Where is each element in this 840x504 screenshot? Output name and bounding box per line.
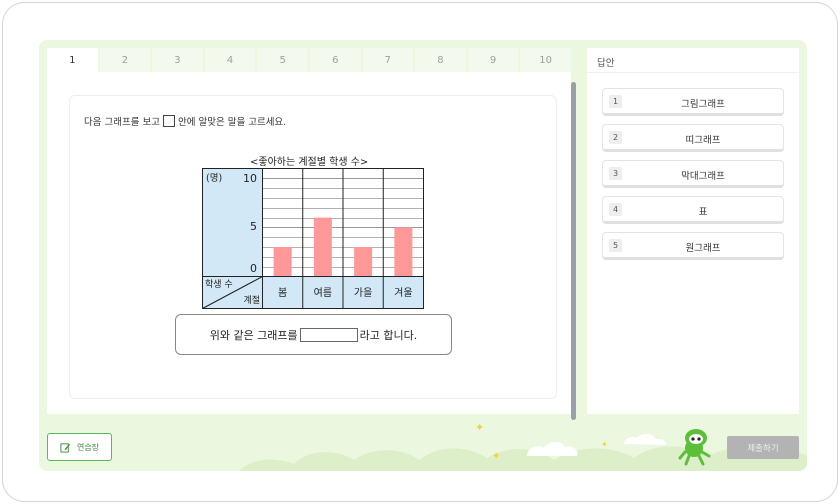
option-number: 2	[609, 131, 622, 144]
answer-panel-title: 답안	[597, 58, 615, 69]
sparkle-icon: ✦	[601, 440, 608, 449]
memo-pad-button[interactable]: 연습장	[47, 433, 112, 461]
answer-option-2[interactable]: 2 띠그래프	[602, 124, 784, 152]
option-label: 막대그래프	[681, 171, 725, 182]
question-prompt: 다음 그래프를 보고 안에 알맞은 말을 고르세요.	[84, 114, 286, 128]
option-label: 원그래프	[685, 243, 721, 254]
tab-question-4[interactable]: 4	[204, 48, 256, 72]
quiz-stage: 1 2 3 4 5 6 7 8 9 10 다음 그래프를 보고 안에 알맞은 말…	[39, 40, 807, 471]
submit-button[interactable]: 제출하기	[727, 436, 799, 459]
option-number: 3	[609, 167, 622, 180]
tab-question-9[interactable]: 9	[467, 48, 519, 72]
x-tick-label: 여름	[314, 287, 332, 299]
pencil-icon	[60, 442, 71, 453]
x-tick-label: 겨울	[394, 287, 412, 299]
bar-2	[313, 217, 332, 277]
sentence-text-before: 위와 같은 그래프를	[209, 328, 298, 342]
chart-title: <좋아하는 계절별 학생 수>	[250, 157, 369, 168]
row-header-label: 학생 수	[205, 279, 233, 290]
tab-question-10[interactable]: 10	[520, 48, 571, 72]
prompt-text-before: 다음 그래프를 보고	[84, 117, 160, 128]
y-tick-mid: 5	[250, 220, 257, 233]
y-tick-zero: 0	[250, 262, 257, 275]
hills-background	[239, 446, 807, 471]
option-number: 4	[609, 203, 622, 216]
col-header-label: 계절	[243, 294, 260, 306]
y-unit-label: (명)	[206, 173, 222, 184]
answer-option-1[interactable]: 1 그림그래프	[602, 88, 784, 116]
tab-question-2[interactable]: 2	[99, 48, 151, 72]
answer-sentence: 위와 같은 그래프를 라고 합니다.	[175, 314, 452, 355]
tab-question-5[interactable]: 5	[257, 48, 308, 72]
answer-panel-divider	[587, 72, 799, 73]
option-number: 5	[609, 239, 622, 252]
prompt-text-after: 안에 알맞은 말을 고르세요.	[177, 117, 287, 128]
answer-option-4[interactable]: 4 표	[602, 196, 784, 224]
question-scrollbar[interactable]	[571, 82, 576, 420]
tab-question-7[interactable]: 7	[362, 48, 414, 72]
answer-option-3[interactable]: 3 막대그래프	[602, 160, 784, 188]
scenery-illustration: ✦ ✦ ✦	[239, 421, 807, 471]
option-label: 그림그래프	[681, 99, 725, 110]
question-tabs: 1 2 3 4 5 6 7 8 9 10	[47, 48, 571, 72]
tab-question-6[interactable]: 6	[309, 48, 361, 72]
device-frame: 1 2 3 4 5 6 7 8 9 10 다음 그래프를 보고 안에 알맞은 말…	[2, 2, 838, 502]
sentence-text-after: 라고 합니다.	[359, 328, 418, 342]
answer-option-5[interactable]: 5 원그래프	[602, 232, 784, 260]
x-tick-label: 봄	[278, 287, 287, 299]
option-label: 표	[698, 207, 708, 218]
option-label: 띠그래프	[685, 135, 721, 146]
sparkle-icon: ✦	[492, 451, 500, 462]
tab-question-1[interactable]: 1	[47, 48, 98, 72]
tab-question-3[interactable]: 3	[152, 48, 203, 72]
answer-panel: 답안 1 그림그래프 2 띠그래프 3 막대그래프 4 표 5 원그래프	[587, 48, 799, 414]
sparkle-icon: ✦	[475, 421, 484, 434]
question-panel: 1 2 3 4 5 6 7 8 9 10 다음 그래프를 보고 안에 알맞은 말…	[47, 48, 576, 420]
bar-3	[354, 247, 373, 277]
bar-1	[273, 247, 292, 277]
bar-4	[394, 227, 413, 277]
option-number: 1	[609, 95, 622, 108]
tab-question-8[interactable]: 8	[415, 48, 466, 72]
cloud-right	[624, 433, 667, 445]
answer-blank	[299, 327, 358, 342]
blank-box-icon	[162, 115, 175, 127]
x-tick-label: 가을	[354, 287, 372, 299]
bar-chart: (명) 10 5 0 학생 수 계절 봄 여름 가을 겨울	[202, 168, 424, 309]
question-card: 다음 그래프를 보고 안에 알맞은 말을 고르세요. <좋아하는 계절별 학생 …	[69, 95, 557, 399]
cloud-left	[527, 441, 578, 456]
memo-pad-label: 연습장	[76, 442, 100, 452]
y-tick-top: 10	[243, 172, 257, 185]
